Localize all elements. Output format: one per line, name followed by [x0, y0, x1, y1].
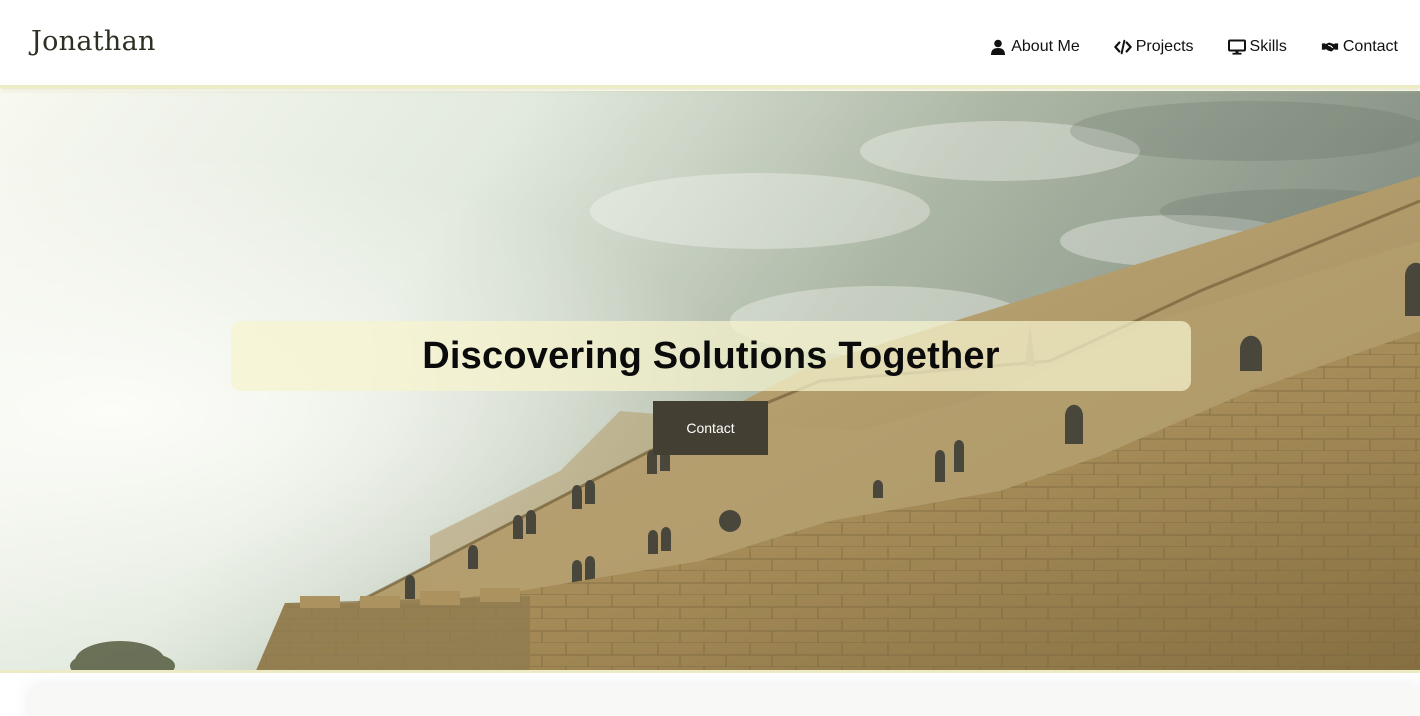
handshake-icon [1321, 38, 1339, 56]
nav-links: About Me Projects Skills Contact [955, 38, 1398, 56]
nav-skills-label: Skills [1249, 38, 1287, 55]
nav-about-me-label: About Me [1011, 38, 1080, 55]
nav-projects-link[interactable]: Projects [1113, 38, 1194, 56]
nav-contact-link[interactable]: Contact [1321, 38, 1398, 56]
user-icon [989, 38, 1007, 56]
next-section [0, 676, 1420, 716]
code-icon [1113, 38, 1132, 56]
hero-section: Discovering Solutions Together Contact [0, 91, 1420, 673]
top-navbar: Jonathan About Me Projects Skills Contac… [0, 0, 1420, 88]
brand-logo[interactable]: Jonathan [31, 26, 156, 57]
nav-skills-link[interactable]: Skills [1227, 38, 1287, 56]
hero-headline: Discovering Solutions Together [422, 334, 1000, 377]
nav-contact-label: Contact [1342, 38, 1398, 55]
next-section-card [30, 686, 1420, 716]
contact-cta-button[interactable]: Contact [653, 401, 768, 455]
nav-about-me-link[interactable]: About Me [989, 38, 1080, 56]
desktop-icon [1227, 38, 1246, 56]
nav-projects-label: Projects [1135, 38, 1194, 55]
headline-banner: Discovering Solutions Together [231, 321, 1191, 391]
